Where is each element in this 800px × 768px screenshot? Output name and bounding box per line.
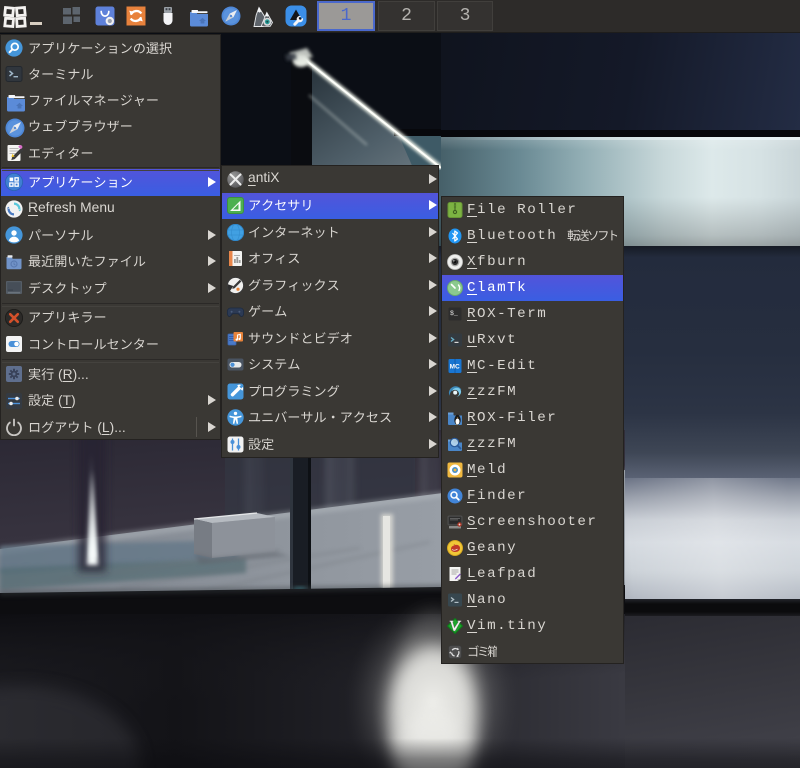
svg-text:MC: MC [450,363,460,370]
svg-text:$_: $_ [450,310,458,317]
